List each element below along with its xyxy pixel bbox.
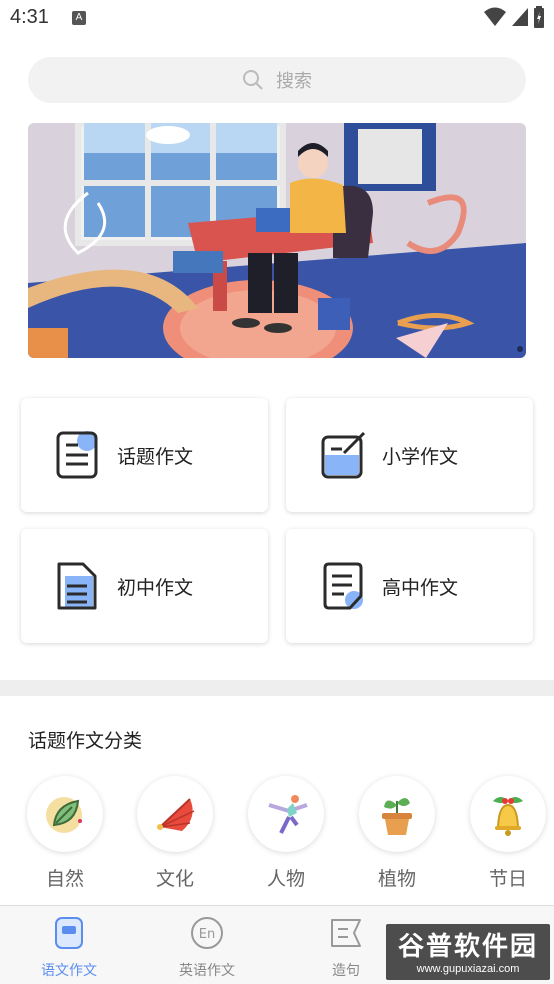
- battery-icon: [534, 6, 544, 28]
- sentence-icon: [331, 919, 361, 947]
- banner-image: [28, 123, 526, 358]
- card-label: 话题作文: [117, 445, 194, 468]
- tab-label: 英语作文: [179, 963, 235, 979]
- card-label: 初中作文: [117, 576, 194, 599]
- category-label: 节日: [488, 868, 527, 890]
- category-nature[interactable]: 自然: [25, 776, 105, 891]
- category-label: 植物: [377, 868, 416, 890]
- tab-chinese-essay[interactable]: 语文作文: [24, 916, 114, 980]
- tab-sentence[interactable]: 造句: [301, 916, 391, 980]
- watermark: 谷普软件园 www.gupuxiazai.com: [386, 924, 550, 980]
- leaf-icon: [46, 797, 82, 833]
- category-circle: [470, 776, 546, 852]
- tab-label: 语文作文: [41, 963, 97, 979]
- category-label: 人物: [266, 868, 305, 890]
- svg-text:En: En: [199, 927, 215, 942]
- essay-tab-icon: [55, 917, 83, 949]
- document-icon: [56, 431, 98, 479]
- category-circle: [27, 776, 103, 852]
- tab-label: 造句: [332, 963, 360, 979]
- search-placeholder: 搜索: [276, 71, 312, 92]
- status-bar: 4:31 A: [0, 0, 554, 38]
- wifi-icon: [484, 7, 506, 26]
- status-right: [484, 6, 544, 28]
- bell-icon: [493, 797, 523, 836]
- file-icon: [57, 562, 97, 610]
- category-culture[interactable]: 文化: [135, 776, 215, 891]
- category-label: 文化: [155, 868, 194, 890]
- category-circle: [137, 776, 213, 852]
- card-topic-essay[interactable]: 话题作文: [21, 398, 268, 512]
- signal-icon: [512, 8, 528, 26]
- paper-icon: [323, 562, 363, 610]
- tab-english-essay[interactable]: En 英语作文: [162, 916, 252, 980]
- fan-icon: [157, 798, 195, 831]
- category-label: 自然: [45, 868, 84, 890]
- category-circle: [359, 776, 435, 852]
- status-time: 4:31: [10, 6, 49, 28]
- watermark-title: 谷普软件园: [397, 932, 538, 962]
- notification-icon: A: [72, 11, 86, 25]
- english-icon: En: [191, 917, 223, 949]
- section-divider: [0, 680, 554, 696]
- search-bar[interactable]: 搜索: [28, 57, 526, 103]
- skater-icon: [268, 795, 308, 834]
- card-high-essay[interactable]: 高中作文: [286, 529, 533, 643]
- edit-icon: [321, 431, 366, 479]
- category-festival[interactable]: 节日: [468, 776, 548, 891]
- potted-plant-icon: [382, 798, 412, 835]
- category-circle: [248, 776, 324, 852]
- card-primary-essay[interactable]: 小学作文: [286, 398, 533, 512]
- card-middle-essay[interactable]: 初中作文: [21, 529, 268, 643]
- search-icon: [243, 70, 263, 90]
- card-label: 小学作文: [382, 445, 459, 468]
- category-plants[interactable]: 植物: [357, 776, 437, 891]
- watermark-url: www.gupuxiazai.com: [416, 963, 520, 975]
- banner-illustration[interactable]: [28, 123, 526, 358]
- card-label: 高中作文: [382, 576, 459, 599]
- category-people[interactable]: 人物: [246, 776, 326, 891]
- section-title: 话题作文分类: [28, 730, 143, 752]
